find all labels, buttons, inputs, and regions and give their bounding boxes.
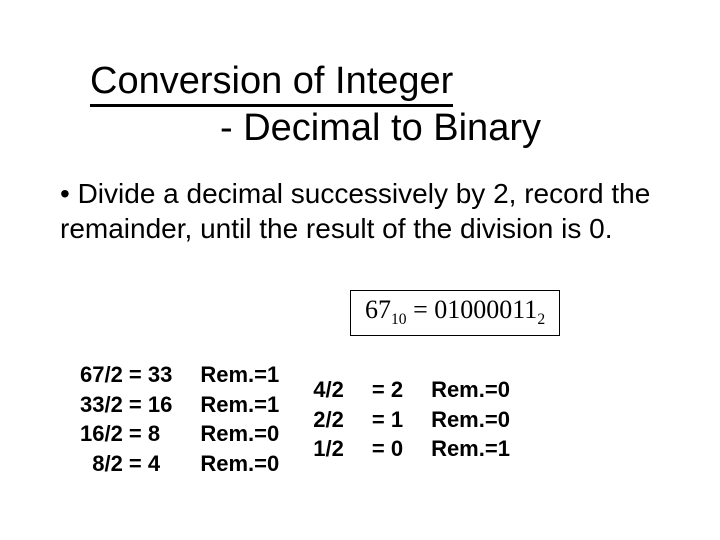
eq-lhs-base: 67	[365, 295, 391, 324]
equation-box: 6710 = 010000112	[350, 290, 560, 336]
col-div-1: 67/2 = 33 33/2 = 16 16/2 = 8 8/2 = 4	[80, 360, 172, 479]
slide-title: Conversion of Integer - Decimal to Binar…	[90, 60, 660, 150]
col-div-2: 4/2 2/2 1/2	[313, 375, 344, 464]
eq-lhs-sub: 10	[391, 311, 407, 328]
title-main: Conversion of Integer	[90, 60, 453, 107]
eq-rhs-base: 01000011	[434, 295, 537, 324]
slide: Conversion of Integer - Decimal to Binar…	[0, 0, 720, 540]
title-sub: - Decimal to Binary	[220, 107, 541, 149]
col-group-2: 4/2 2/2 1/2 = 2 = 1 = 0 Rem.=0 Rem.=0 Re…	[313, 375, 510, 464]
col-rem-1: Rem.=1 Rem.=1 Rem.=0 Rem.=0	[200, 360, 279, 479]
eq-rhs-sub: 2	[537, 311, 545, 328]
col-rem-2: Rem.=0 Rem.=0 Rem.=1	[431, 375, 510, 464]
eq-sign: =	[407, 295, 435, 324]
bullet-text: • Divide a decimal successively by 2, re…	[60, 176, 660, 246]
col-res-2: = 2 = 1 = 0	[372, 375, 403, 464]
calc-columns: 67/2 = 33 33/2 = 16 16/2 = 8 8/2 = 4 Rem…	[80, 360, 510, 479]
